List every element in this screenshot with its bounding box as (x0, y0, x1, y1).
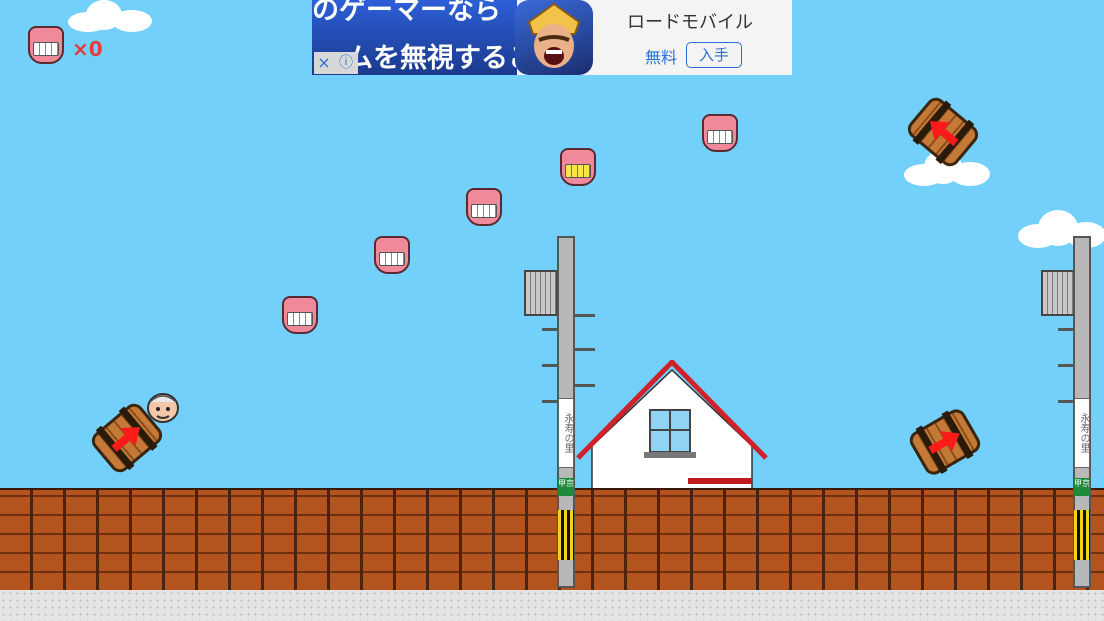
ad-close-icon[interactable]: × (314, 52, 334, 74)
ground (0, 590, 1104, 621)
teeth-pickup (374, 236, 410, 274)
cloud (1018, 210, 1104, 250)
cloud (68, 0, 152, 32)
gold-teeth-pickup (560, 148, 596, 186)
pole-sign: 永寿の里 (558, 398, 574, 468)
pole-sign: 永寿の里 (1074, 398, 1090, 468)
teeth-pickup (466, 188, 502, 226)
teeth-pickup (702, 114, 738, 152)
teeth-count: ×0 (72, 37, 103, 61)
ad-app-icon[interactable] (515, 0, 593, 75)
cannon-barrel[interactable] (906, 405, 984, 479)
ad-info-icon[interactable]: ⓘ (334, 52, 358, 74)
ad-text-line1: のゲーマーなら (312, 0, 501, 26)
ad-text-line2: ムを無視するこ (346, 43, 517, 74)
ad-get-button[interactable]: 入手 (686, 42, 742, 68)
teeth-counter-icon (28, 26, 64, 64)
house (576, 358, 768, 491)
teeth-pickup (282, 296, 318, 334)
ad-price: 無料 (645, 48, 678, 67)
brick-fence (0, 488, 1104, 592)
ad-banner[interactable]: のゲーマーなら ムを無視するこ ロードモバイル 無料 入手 × ⓘ (312, 0, 792, 75)
pole-tag: 甲京 (558, 478, 574, 496)
pole-tag: 甲京 (1074, 478, 1090, 496)
ad-app-title[interactable]: ロードモバイル (627, 8, 753, 34)
